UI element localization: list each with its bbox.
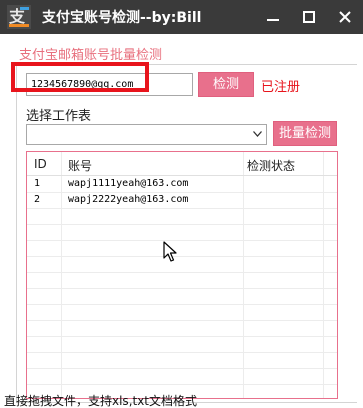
table-row-empty [27, 289, 337, 305]
sheet-select[interactable] [26, 124, 267, 145]
table-row-empty [27, 369, 337, 385]
group-label: 支付宝邮箱账号批量检测 [19, 44, 166, 63]
table-row-empty [27, 321, 337, 337]
table-row[interactable]: 2 wapj2222yeah@163.com [27, 193, 337, 209]
app-logo-icon: 支 [7, 5, 31, 29]
maximize-button[interactable] [291, 0, 327, 34]
table-row-empty [27, 257, 337, 273]
column-header-account[interactable]: 账号 [68, 157, 92, 174]
check-button[interactable]: 检测 [198, 72, 254, 97]
minimize-icon [267, 19, 279, 21]
column-header-status[interactable]: 检测状态 [247, 157, 295, 174]
column-header-id[interactable]: ID [34, 157, 47, 171]
results-table[interactable]: ID 账号 检测状态 1 wapj1111yeah@163.com 2 wapj… [26, 151, 338, 399]
table-row-empty [27, 241, 337, 257]
dropdown-arrow[interactable] [249, 125, 266, 144]
close-icon [339, 11, 351, 23]
table-row-empty [27, 209, 337, 225]
check-result: 已注册 [261, 80, 301, 95]
main-window: 支付宝邮箱账号批量检测 检测 已注册 选择工作表 批量检测 ID 账号 检测状态… [0, 34, 363, 408]
table-row-empty [27, 353, 337, 369]
minimize-button[interactable] [255, 0, 291, 34]
row-account: wapj1111yeah@163.com [68, 178, 189, 189]
table-row-empty [27, 305, 337, 321]
close-button[interactable] [327, 0, 363, 34]
account-input[interactable] [26, 73, 193, 96]
window-title: 支付宝账号检测--by:Bill [42, 10, 202, 26]
table-row[interactable]: 1 wapj1111yeah@163.com [27, 177, 337, 193]
batch-check-button[interactable]: 批量检测 [273, 121, 337, 146]
row-account: wapj2222yeah@163.com [68, 194, 189, 205]
maximize-icon [303, 11, 315, 23]
drag-hint: 直接拖拽文件，支持xls,txt文档格式 [4, 394, 198, 408]
row-id: 1 [34, 178, 41, 189]
sheet-label: 选择工作表 [26, 109, 92, 124]
table-row-empty [27, 337, 337, 353]
table-row-empty [27, 225, 337, 241]
table-header: ID 账号 检测状态 [27, 152, 337, 176]
table-row-empty [27, 273, 337, 289]
title-bar: 支 支付宝账号检测--by:Bill [0, 0, 363, 34]
chevron-down-icon [253, 131, 262, 137]
row-id: 2 [34, 194, 41, 205]
